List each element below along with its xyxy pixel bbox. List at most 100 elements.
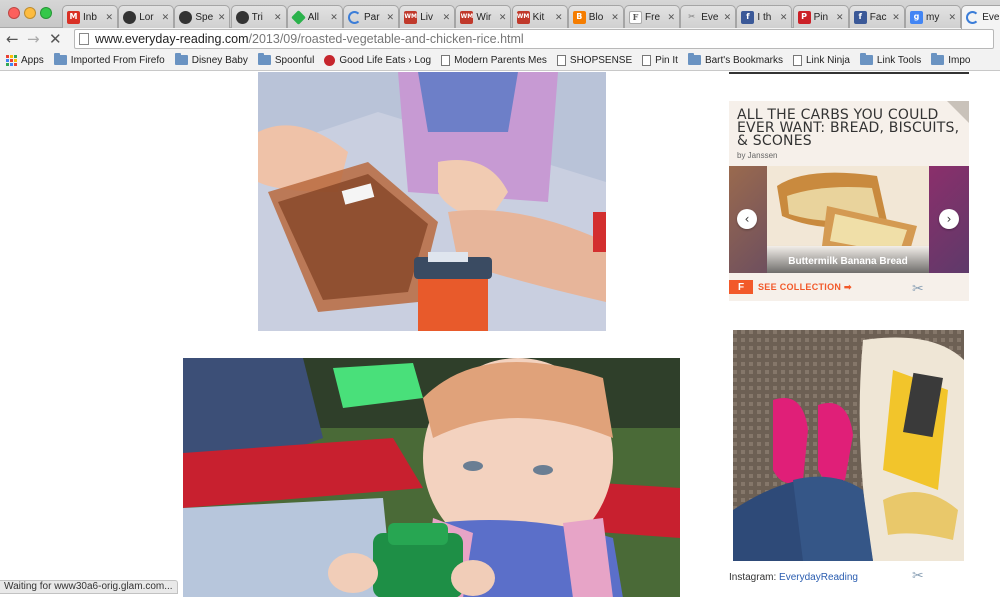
browser-tab[interactable]: f Fac ✕ (848, 5, 905, 28)
bookmark-item[interactable]: Modern Parents Mes (441, 54, 547, 66)
browser-chrome: M Inb ✕ Lor ✕ Spe ✕ Tri ✕ All ✕ Par ✕ WM Liv ✕ WM Wir ✕ WM K… (0, 0, 1000, 72)
widget-title[interactable]: ALL THE CARBS YOU COULD EVER WANT: BREAD… (737, 108, 963, 148)
tab-close-icon[interactable]: ✕ (611, 12, 619, 23)
tab-title: Fac (869, 11, 887, 23)
browser-tab[interactable]: Par ✕ (343, 5, 399, 28)
tab-title: Fre (645, 11, 660, 23)
url-text[interactable]: www.everyday-reading.com/2013/09/roasted… (95, 32, 524, 46)
site-icon (179, 10, 193, 24)
status-bar: Waiting for www30a6-orig.glam.com... (0, 580, 178, 594)
url-path: /2013/09/roasted-vegetable-and-chicken-r… (248, 32, 524, 46)
browser-tab[interactable]: Tri ✕ (230, 5, 287, 28)
tab-title: Par (364, 11, 380, 23)
tools-icon: ✂ (688, 12, 696, 21)
tab-close-icon[interactable]: ✕ (218, 12, 226, 23)
instagram-label: Instagram: (729, 572, 777, 583)
dot-icon (324, 54, 336, 66)
tab-title: Wir (476, 11, 492, 23)
bookmark-label: Bart's Bookmarks (704, 54, 783, 66)
collection-carousel: Buttermilk Banana Bread ‹ › (729, 166, 969, 273)
bookmark-item[interactable]: Imported From Firefo (53, 53, 165, 66)
bookmark-item[interactable]: Disney Baby (174, 53, 248, 66)
folder-icon (859, 53, 873, 65)
see-collection-link[interactable]: F SEE COLLECTION ➡ (729, 280, 852, 294)
carousel-prev-button[interactable]: ‹ (737, 209, 757, 229)
browser-tab[interactable]: All ✕ (286, 5, 343, 28)
bookmark-label: Pin It (655, 54, 678, 66)
instagram-tools-icon[interactable]: ✂ (912, 568, 924, 584)
tab-title: Inb (83, 11, 97, 23)
tab-title: Tri (251, 11, 263, 23)
browser-tab[interactable]: g my ✕ (905, 5, 961, 28)
page-icon (642, 54, 652, 66)
f-icon: F (629, 10, 642, 24)
folder-icon (687, 53, 701, 65)
forward-button[interactable]: → (27, 30, 40, 48)
bookmark-label: Spoonful (274, 54, 315, 66)
toolbar: ← → ✕ www.everyday-reading.com/2013/09/r… (0, 28, 1000, 50)
back-button[interactable]: ← (6, 30, 19, 48)
browser-tab[interactable]: M Inb ✕ (62, 5, 118, 28)
browser-tab[interactable]: WM Kit ✕ (511, 5, 568, 28)
instagram-photo[interactable] (733, 330, 964, 561)
tab-close-icon[interactable]: ✕ (499, 12, 507, 23)
gmail-icon: M (67, 10, 80, 24)
tab-close-icon[interactable]: ✕ (330, 12, 338, 23)
see-collection-label: SEE COLLECTION ➡ (758, 281, 852, 292)
window-maximize-button[interactable] (40, 7, 52, 19)
instagram-handle-link[interactable]: EverydayReading (779, 572, 858, 583)
wm-icon: WM (404, 10, 418, 24)
bookmark-item[interactable]: Apps (6, 54, 44, 66)
tab-close-icon[interactable]: ✕ (443, 12, 451, 23)
browser-tab[interactable]: Eve✕ (961, 5, 1000, 29)
bookmark-item[interactable]: Spoonful (257, 53, 315, 66)
browser-tab[interactable]: F Fre ✕ (624, 5, 680, 28)
bookmark-item[interactable]: Link Tools (859, 53, 921, 66)
browser-tab[interactable]: fI th ✕ (736, 5, 793, 28)
browser-tab[interactable]: Spe ✕ (174, 5, 231, 28)
bookmark-item[interactable]: Link Ninja (793, 54, 850, 66)
loading-icon (348, 10, 361, 24)
tab-close-icon[interactable]: ✕ (948, 12, 956, 23)
bookmark-item[interactable]: Good Life Eats › Log (324, 54, 431, 66)
browser-tab[interactable]: Lor ✕ (118, 5, 175, 28)
window-minimize-button[interactable] (24, 7, 36, 19)
carousel-next-button[interactable]: › (939, 209, 959, 229)
tab-close-icon[interactable]: ✕ (667, 12, 675, 23)
blogger-icon: B (572, 10, 586, 24)
browser-tab[interactable]: WM Liv ✕ (399, 5, 456, 28)
tab-close-icon[interactable]: ✕ (386, 12, 394, 23)
sidebar-divider (729, 72, 969, 74)
tab-close-icon[interactable]: ✕ (836, 12, 844, 23)
bookmark-item[interactable]: SHOPSENSE (556, 54, 633, 66)
bookmark-item[interactable]: Impo (931, 53, 971, 66)
tab-title: I th (757, 11, 772, 23)
pinterest-icon: P (797, 10, 811, 24)
tab-close-icon[interactable]: ✕ (274, 12, 282, 23)
bookmark-item[interactable]: Bart's Bookmarks (687, 53, 783, 66)
bookmark-label: SHOPSENSE (569, 54, 633, 66)
tab-close-icon[interactable]: ✕ (780, 12, 788, 23)
bookmark-label: Apps (21, 54, 44, 66)
tab-close-icon[interactable]: ✕ (892, 12, 900, 23)
tab-close-icon[interactable]: ✕ (555, 12, 563, 23)
bookmark-label: Disney Baby (191, 54, 248, 66)
address-bar[interactable]: www.everyday-reading.com/2013/09/roasted… (74, 29, 994, 49)
tab-close-icon[interactable]: ✕ (162, 12, 170, 23)
bookmark-item[interactable]: Pin It (642, 54, 678, 66)
tab-close-icon[interactable]: ✕ (724, 12, 732, 23)
browser-tab[interactable]: WM Wir ✕ (455, 5, 512, 28)
browser-tab[interactable]: ✂ Eve ✕ (680, 5, 737, 28)
foodily-logo: F (729, 280, 753, 294)
browser-tab[interactable]: B Blo ✕ (567, 5, 624, 28)
slide-caption[interactable]: Buttermilk Banana Bread (767, 245, 929, 273)
stop-button[interactable]: ✕ (49, 30, 62, 48)
tab-close-icon[interactable]: ✕ (105, 12, 113, 23)
window-close-button[interactable] (8, 7, 20, 19)
widget-byline: by Janssen (737, 151, 778, 160)
browser-tab[interactable]: P Pin ✕ (792, 5, 849, 28)
collection-widget: ALL THE CARBS YOU COULD EVER WANT: BREAD… (729, 101, 969, 301)
tools-icon[interactable]: ✂ (912, 281, 924, 297)
bookmark-label: Impo (948, 54, 971, 66)
folder-icon (174, 53, 188, 65)
